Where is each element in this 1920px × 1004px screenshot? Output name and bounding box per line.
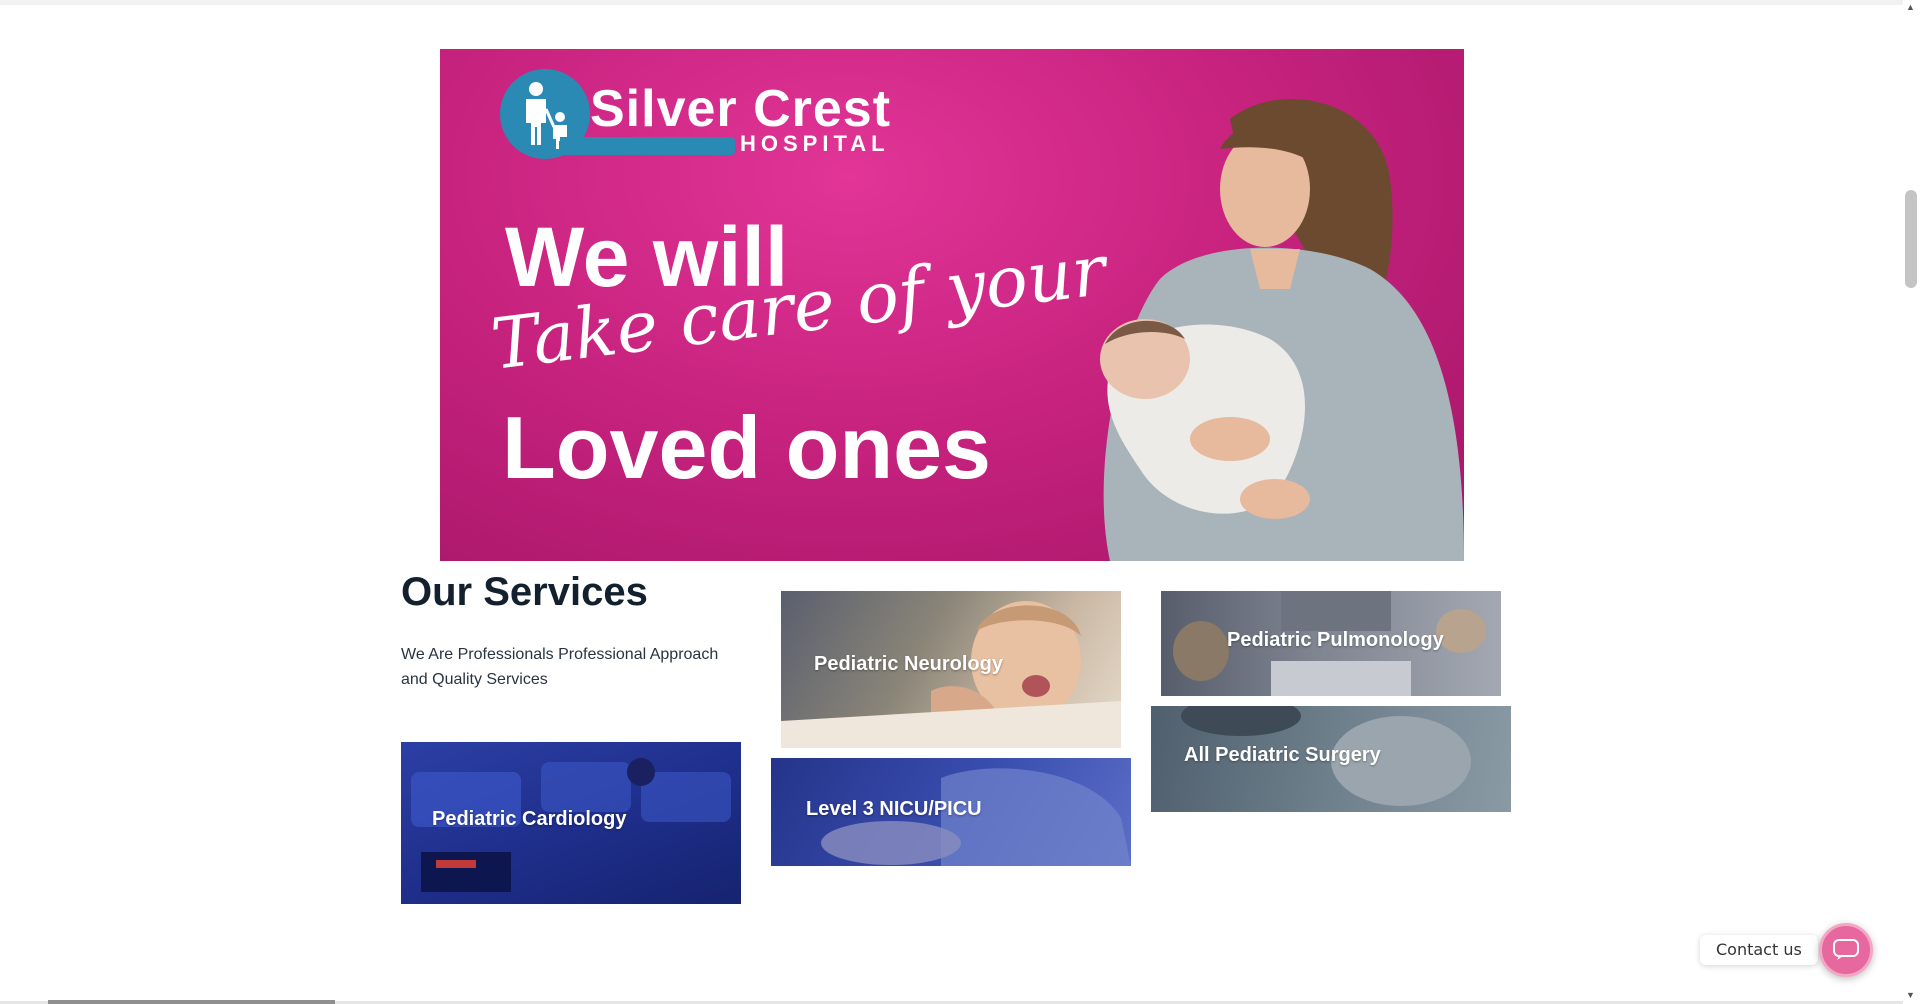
vertical-scrollbar[interactable] [1903,0,1920,1004]
service-card-pediatric-cardiology[interactable]: Pediatric Cardiology [401,742,741,904]
service-label: Pediatric Pulmonology [1227,629,1444,651]
service-label: All Pediatric Surgery [1184,744,1381,766]
horizontal-scroll-thumb[interactable] [48,1000,335,1004]
services-heading: Our Services [401,570,648,614]
top-divider [0,0,1920,5]
service-card-all-pediatric-surgery[interactable]: All Pediatric Surgery [1151,706,1511,812]
contact-us-label[interactable]: Contact us [1700,935,1818,965]
scroll-down-arrow-icon[interactable]: ▼ [1906,990,1915,1000]
service-label: Pediatric Cardiology [432,808,627,830]
hero-banner: Silver Crest HOSPITAL We will Take care … [440,49,1464,561]
chat-icon [1833,939,1859,960]
vertical-scroll-thumb[interactable] [1905,190,1917,288]
service-label: Level 3 NICU/PICU [806,798,982,820]
contact-us-button[interactable] [1819,923,1873,977]
mother-baby-photo [1100,99,1464,561]
service-card-pediatric-pulmonology[interactable]: Pediatric Pulmonology [1161,591,1501,696]
hero-headline-3: Loved ones [502,398,991,497]
services-subtitle: We Are Professionals Professional Approa… [401,646,719,688]
logo-name: Silver Crest [590,80,892,138]
scroll-up-arrow-icon[interactable]: ▲ [1906,2,1915,12]
service-label: Pediatric Neurology [814,653,1003,675]
logo-subtitle: HOSPITAL [740,131,890,156]
service-card-level-3-nicu-picu[interactable]: Level 3 NICU/PICU [771,758,1131,866]
service-card-pediatric-neurology[interactable]: Pediatric Neurology [781,591,1121,748]
logo-bar [560,137,735,155]
